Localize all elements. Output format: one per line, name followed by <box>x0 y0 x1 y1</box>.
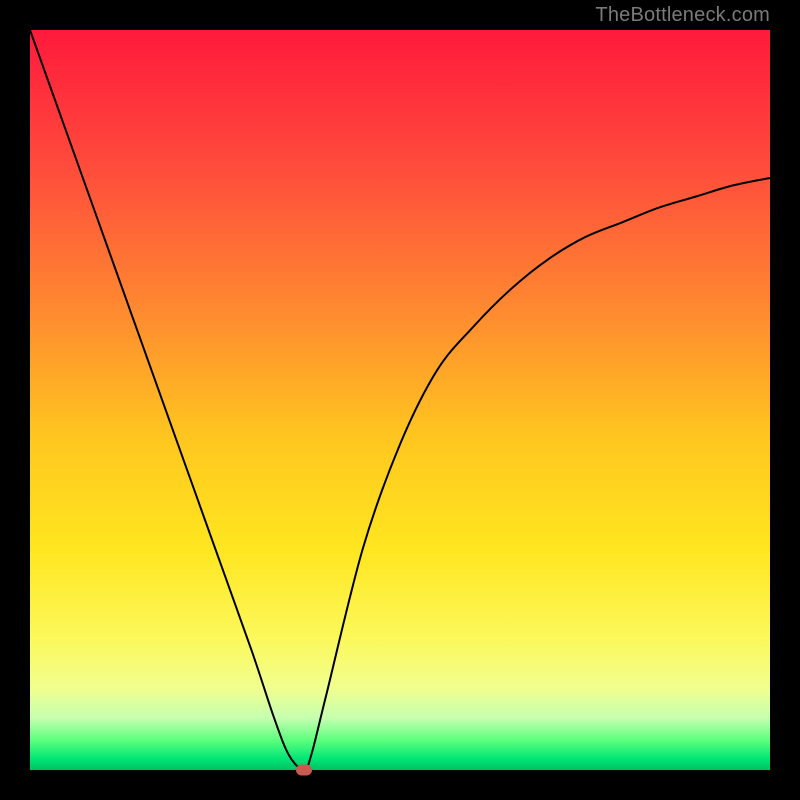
bottleneck-curve <box>30 30 770 770</box>
min-point-marker <box>296 765 312 776</box>
plot-area <box>30 30 770 770</box>
watermark-text: TheBottleneck.com <box>595 4 770 27</box>
chart-frame: TheBottleneck.com <box>0 0 800 800</box>
